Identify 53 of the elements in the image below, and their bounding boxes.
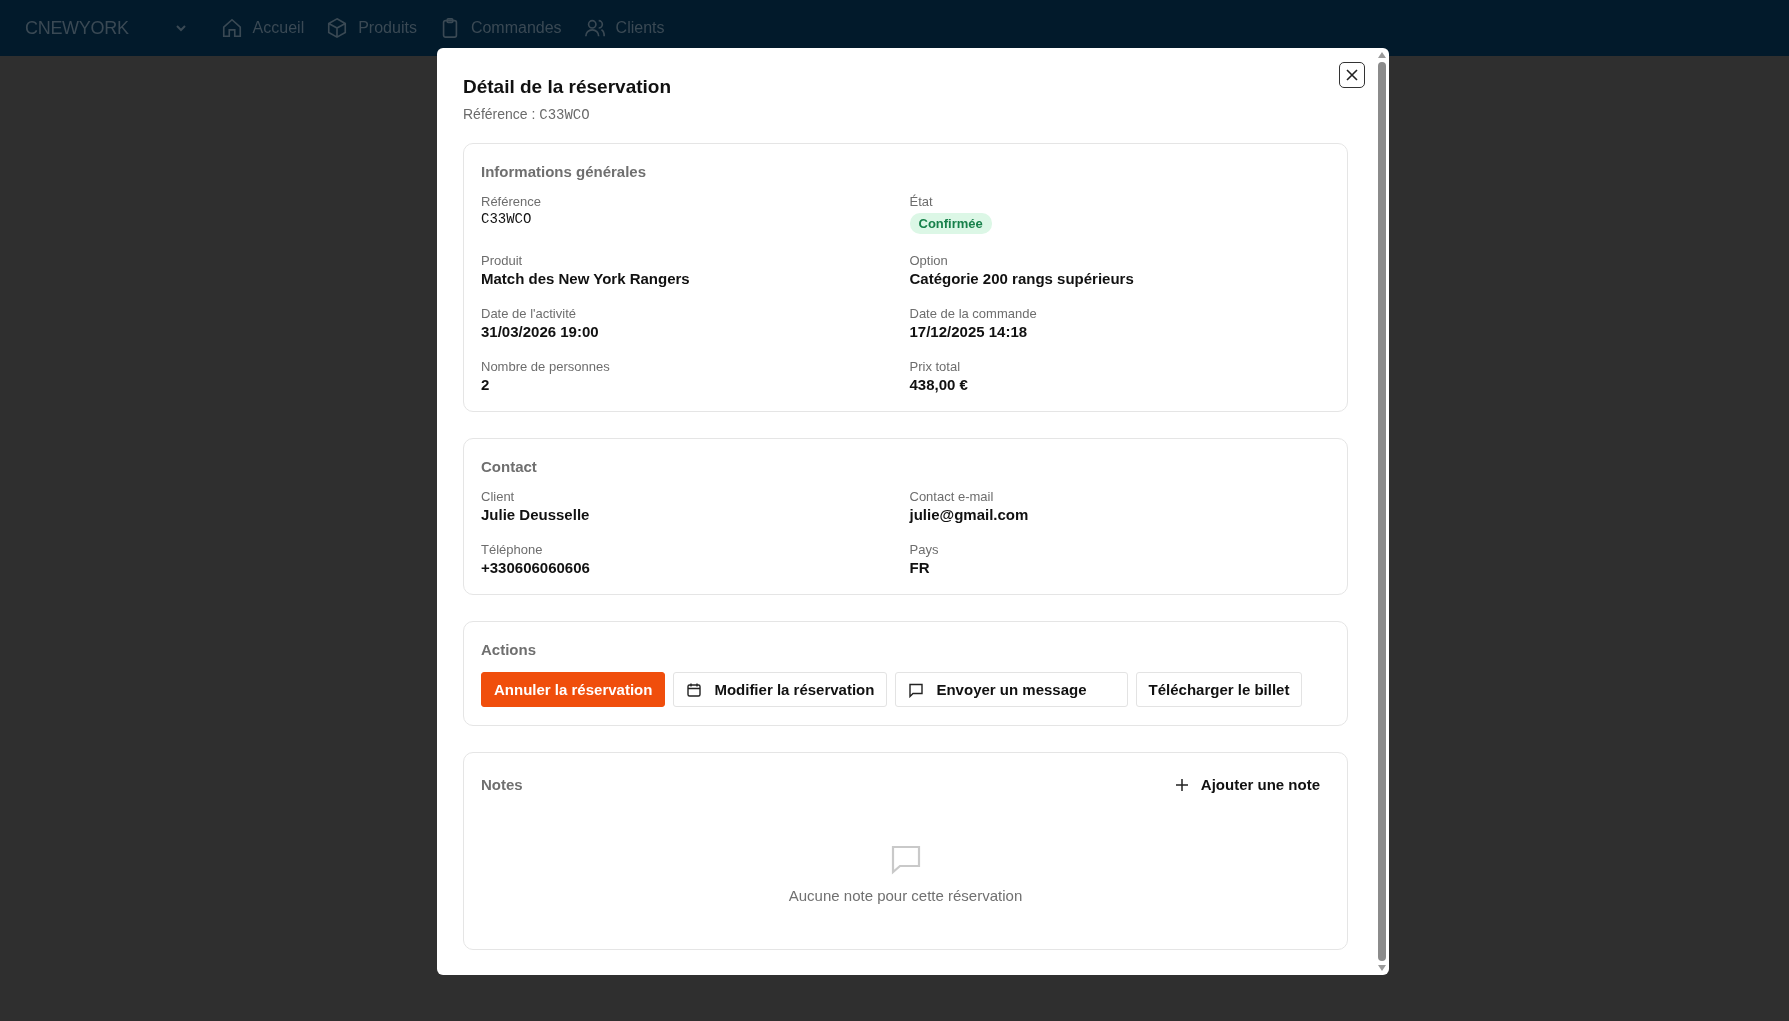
field-value: 17/12/2025 14:18 xyxy=(909,323,1028,340)
field-value: julie@gmail.com xyxy=(909,506,1029,523)
field-value: C33WCO xyxy=(481,211,532,227)
calendar-icon[interactable] xyxy=(686,681,703,698)
field-label: État xyxy=(909,194,933,209)
status-badge: Confirmée xyxy=(909,213,992,234)
close-icon[interactable] xyxy=(1345,68,1359,82)
reference-code: C33WCO xyxy=(539,107,590,123)
action-button[interactable]: Envoyer un message xyxy=(895,672,1128,707)
field-value: 438,00 € xyxy=(909,376,968,393)
field-value: 31/03/2026 19:00 xyxy=(481,323,599,340)
nav-link[interactable]: Produits xyxy=(326,17,417,39)
chevron-down-icon[interactable] xyxy=(174,22,187,34)
users-icon[interactable] xyxy=(583,17,606,39)
field-value: Julie Deusselle xyxy=(481,506,590,523)
chat-bubble-icon[interactable] xyxy=(908,681,925,698)
section-title: Notes xyxy=(481,776,523,793)
field-value: Catégorie 200 rangs supérieurs xyxy=(909,270,1134,287)
field-label: Référence xyxy=(481,194,541,209)
add-note-button[interactable]: Ajouter une note xyxy=(1174,776,1330,793)
close-button[interactable] xyxy=(1339,62,1365,88)
field-label: Téléphone xyxy=(481,542,543,557)
reference-label: Référence : xyxy=(463,106,536,122)
action-button[interactable]: Modifier la réservation xyxy=(673,672,888,707)
field-label: Prix total xyxy=(909,359,961,374)
section-title: Informations générales xyxy=(481,163,648,180)
action-button[interactable]: Annuler la réservation xyxy=(481,672,666,707)
field-label: Pays xyxy=(909,542,939,557)
nav-link[interactable]: Commandes xyxy=(438,17,562,39)
box-icon[interactable] xyxy=(326,17,349,39)
section-title: Actions xyxy=(481,641,537,658)
field-value: +330606060606 xyxy=(481,559,590,576)
field-label: Contact e-mail xyxy=(909,489,994,504)
plus-icon[interactable] xyxy=(1174,777,1189,792)
brand-name[interactable]: CNEWYORK xyxy=(25,17,129,39)
dialog-title: Détail de la réservation xyxy=(463,76,672,98)
home-icon[interactable] xyxy=(220,17,243,39)
field-label: Produit xyxy=(481,253,523,268)
section-title: Contact xyxy=(481,458,538,475)
field-label: Date de l'activité xyxy=(481,306,576,321)
chat-bubble-icon xyxy=(889,843,922,875)
nav-link[interactable]: Accueil xyxy=(220,17,305,39)
field-value: FR xyxy=(909,559,930,576)
scrollbar[interactable] xyxy=(1376,52,1387,971)
action-button[interactable]: Télécharger le billet xyxy=(1135,672,1303,707)
field-value: Match des New York Rangers xyxy=(481,270,690,287)
field-label: Option xyxy=(909,253,948,268)
nav-link[interactable]: Clients xyxy=(583,17,665,39)
field-label: Client xyxy=(481,489,515,504)
empty-notes-message: Aucune note pour cette réservation xyxy=(788,887,1023,904)
field-label: Nombre de personnes xyxy=(481,359,610,374)
field-value: 2 xyxy=(481,376,490,393)
field-label: Date de la commande xyxy=(909,306,1037,321)
